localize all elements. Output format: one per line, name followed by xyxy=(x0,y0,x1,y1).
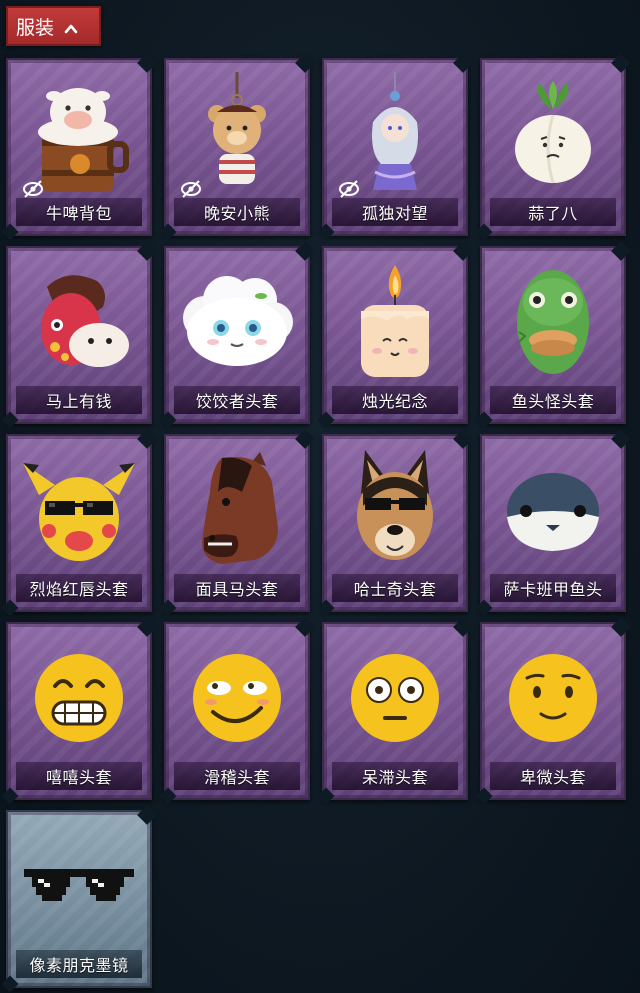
item-label: 卑微头套 xyxy=(490,762,616,790)
item-label: 蒜了八 xyxy=(490,198,616,226)
wardrobe-page: 服装 牛啤背包 晚安小熊 孤独对望 蒜了八 马上有钱 饺饺者头套 烛光纪念 鱼头… xyxy=(0,0,640,993)
section-title: 服装 xyxy=(16,16,55,39)
item-card[interactable]: 嘻嘻头套 xyxy=(6,622,152,800)
husky-mask-icon xyxy=(334,446,456,574)
item-label: 牛啤背包 xyxy=(16,198,142,226)
stunned-emoji-icon xyxy=(334,634,456,762)
item-label: 面具马头套 xyxy=(174,574,300,602)
item-label: 哈士奇头套 xyxy=(332,574,458,602)
eye-slash-icon xyxy=(338,178,360,200)
item-card[interactable]: 饺饺者头套 xyxy=(164,246,310,424)
dumpling-head-icon xyxy=(176,258,298,386)
item-card[interactable]: 呆滞头套 xyxy=(322,622,468,800)
item-label: 像素朋克墨镜 xyxy=(16,950,142,978)
item-label: 饺饺者头套 xyxy=(174,386,300,414)
pixel-sunglasses-icon xyxy=(18,822,140,950)
item-label: 晚安小熊 xyxy=(174,198,300,226)
grinning-emoji-icon xyxy=(18,634,140,762)
item-label: 烛光纪念 xyxy=(332,386,458,414)
item-label: 马上有钱 xyxy=(16,386,142,414)
item-card[interactable]: 哈士奇头套 xyxy=(322,434,468,612)
eye-slash-icon xyxy=(22,178,44,200)
item-label: 滑稽头套 xyxy=(174,762,300,790)
candle-head-icon xyxy=(334,258,456,386)
item-label: 呆滞头套 xyxy=(332,762,458,790)
item-card[interactable]: 萨卡班甲鱼头 xyxy=(480,434,626,612)
item-card[interactable]: 烈焰红唇头套 xyxy=(6,434,152,612)
item-card[interactable]: 鱼头怪头套 xyxy=(480,246,626,424)
sacabambaspis-head-icon xyxy=(492,446,614,574)
chevron-up-icon xyxy=(64,19,78,34)
item-label: 鱼头怪头套 xyxy=(490,386,616,414)
item-card[interactable]: 卑微头套 xyxy=(480,622,626,800)
item-card[interactable]: 滑稽头套 xyxy=(164,622,310,800)
horse-mask-icon xyxy=(176,446,298,574)
item-card[interactable]: 晚安小熊 xyxy=(164,58,310,236)
item-card[interactable]: 牛啤背包 xyxy=(6,58,152,236)
item-label: 孤独对望 xyxy=(332,198,458,226)
item-label: 嘻嘻头套 xyxy=(16,762,142,790)
fish-head-mask-icon xyxy=(492,258,614,386)
item-label: 萨卡班甲鱼头 xyxy=(490,574,616,602)
section-toggle-button[interactable]: 服装 xyxy=(6,6,101,46)
smirk-emoji-icon xyxy=(176,634,298,762)
eye-slash-icon xyxy=(180,178,202,200)
item-label: 烈焰红唇头套 xyxy=(16,574,142,602)
red-horse-head-icon xyxy=(18,258,140,386)
garlic-mascot-icon xyxy=(492,70,614,198)
item-card[interactable]: 马上有钱 xyxy=(6,246,152,424)
yellow-pikachu-mask-icon xyxy=(18,446,140,574)
item-card[interactable]: 烛光纪念 xyxy=(322,246,468,424)
item-card[interactable]: 孤独对望 xyxy=(322,58,468,236)
pleading-emoji-icon xyxy=(492,634,614,762)
item-card[interactable]: 蒜了八 xyxy=(480,58,626,236)
item-card[interactable]: 像素朋克墨镜 xyxy=(6,810,152,988)
item-card[interactable]: 面具马头套 xyxy=(164,434,310,612)
